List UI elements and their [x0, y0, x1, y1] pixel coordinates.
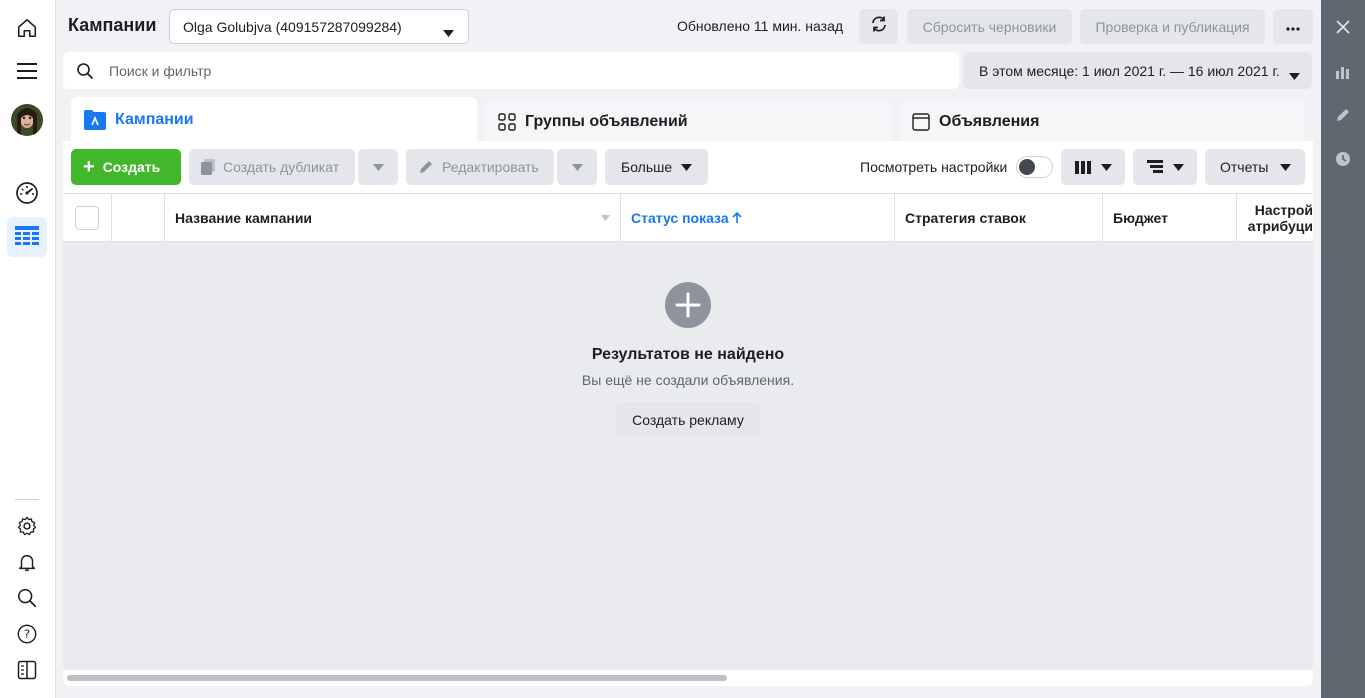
create-label: Создать — [102, 159, 161, 175]
duplicate-label: Создать дубликат — [223, 159, 340, 175]
tab-label: Кампании — [115, 111, 194, 128]
tab-ad-sets[interactable]: Группы объявлений — [485, 101, 891, 143]
right-side-rail — [1321, 0, 1365, 698]
arrow-up-icon — [732, 212, 742, 224]
clock-icon[interactable] — [1329, 145, 1357, 173]
caret-down-icon — [681, 163, 693, 171]
column-label: Название кампании — [175, 210, 313, 226]
ads-table-icon[interactable] — [7, 217, 47, 257]
caret-down-icon — [372, 158, 384, 176]
caret-down-icon — [443, 24, 454, 40]
duplicate-button[interactable]: Создать дубликат — [189, 149, 355, 185]
help-icon[interactable]: ? — [7, 614, 47, 654]
empty-title: Результатов не найдено — [591, 346, 785, 363]
refresh-button[interactable] — [859, 9, 898, 44]
reports-button[interactable]: Отчеты — [1205, 149, 1305, 185]
search-bar — [63, 52, 959, 89]
campaigns-panel: + Создать Создать дубликат Редактировать… — [63, 141, 1313, 686]
column-label: Стратегия ставок — [905, 210, 1026, 226]
review-publish-button[interactable]: Проверка и публикация — [1080, 9, 1265, 44]
date-range-text: В этом месяце: 1 июл 2021 г. — 16 июл 20… — [979, 62, 1280, 79]
more-actions-button[interactable]: Больше — [605, 149, 708, 185]
column-label: Бюджет — [1113, 210, 1168, 226]
column-campaign-name[interactable]: Название кампании — [165, 194, 621, 242]
settings-icon[interactable] — [7, 506, 47, 546]
toggle-knob — [1019, 159, 1035, 175]
scrollbar-thumb[interactable] — [67, 675, 727, 681]
column-label: Статус показа — [631, 210, 729, 226]
avatar[interactable] — [11, 104, 43, 136]
create-ad-button[interactable]: Создать рекламу — [616, 402, 760, 437]
breakdown-icon — [1146, 160, 1163, 174]
svg-text:?: ? — [24, 627, 30, 641]
create-button[interactable]: + Создать — [71, 149, 181, 185]
plus-icon: + — [83, 156, 95, 178]
column-budget[interactable]: Бюджет — [1103, 194, 1237, 242]
panel-toggle-icon[interactable] — [7, 650, 47, 690]
breakdown-button[interactable] — [1133, 149, 1197, 185]
tab-ads[interactable]: Объявления — [899, 101, 1305, 143]
caret-down-icon — [1172, 163, 1184, 171]
menu-icon[interactable] — [7, 51, 47, 91]
select-all-cell — [63, 194, 112, 242]
search-icon[interactable] — [7, 578, 47, 618]
columns-icon — [1074, 160, 1091, 174]
dashboard-icon[interactable] — [7, 173, 47, 213]
chart-icon[interactable] — [1329, 58, 1357, 86]
close-icon[interactable] — [1329, 13, 1357, 41]
pencil-icon — [418, 159, 434, 175]
row-tools-cell — [112, 194, 165, 242]
columns-button[interactable] — [1061, 149, 1125, 185]
column-label: Настрой атрибуци — [1247, 202, 1313, 234]
horizontal-scrollbar[interactable] — [63, 670, 1313, 686]
caret-down-icon — [1100, 163, 1112, 171]
ad-sets-grid-icon — [498, 113, 516, 131]
bell-icon[interactable] — [7, 542, 47, 582]
campaign-folder-icon — [84, 110, 106, 130]
copy-icon — [201, 159, 215, 175]
empty-state: Результатов не найдено Вы ещё не создали… — [63, 242, 1313, 686]
search-input[interactable] — [109, 60, 929, 82]
tab-campaigns[interactable]: Кампании — [71, 97, 477, 143]
nav-divider — [15, 499, 39, 500]
more-label: Больше — [621, 159, 673, 175]
ellipsis-icon — [1286, 18, 1300, 36]
sort-caret-icon — [601, 215, 610, 221]
last-updated-text: Обновлено 11 мин. назад — [677, 18, 844, 34]
column-attribution-settings[interactable]: Настрой атрибуци — [1237, 194, 1313, 242]
ad-window-icon — [912, 113, 930, 131]
view-settings-label: Посмотреть настройки — [860, 159, 1008, 175]
tab-label: Объявления — [939, 113, 1040, 130]
column-delivery-status[interactable]: Статус показа — [621, 194, 895, 242]
edit-label: Редактировать — [442, 159, 539, 175]
edit-button[interactable]: Редактировать — [406, 149, 554, 185]
home-icon[interactable] — [7, 8, 47, 48]
page-title: Кампании — [68, 15, 157, 35]
date-range-select[interactable]: В этом месяце: 1 июл 2021 г. — 16 июл 20… — [963, 52, 1312, 89]
caret-down-icon — [1280, 163, 1292, 171]
reports-label: Отчеты — [1220, 159, 1269, 175]
left-navigation: ? — [0, 0, 56, 698]
discard-drafts-button[interactable]: Сбросить черновики — [907, 9, 1072, 44]
search-icon — [76, 62, 94, 85]
account-select[interactable]: Olga Golubjva (409157287099284) — [169, 9, 469, 44]
add-circle-icon — [665, 282, 711, 328]
toolbar: + Создать Создать дубликат Редактировать… — [63, 141, 1313, 194]
view-settings-toggle[interactable] — [1016, 156, 1053, 178]
account-name: Olga Golubjva (409157287099284) — [183, 18, 402, 35]
more-options-button[interactable] — [1273, 9, 1313, 44]
table-header: Название кампании Статус показа Стратеги… — [63, 194, 1313, 242]
refresh-icon — [870, 15, 888, 38]
tab-label: Группы объявлений — [525, 113, 688, 130]
caret-down-icon — [1289, 67, 1300, 83]
caret-down-icon — [571, 158, 583, 176]
pencil-icon[interactable] — [1329, 101, 1357, 129]
duplicate-dropdown-button[interactable] — [358, 149, 398, 185]
select-all-checkbox[interactable] — [75, 206, 99, 230]
column-bid-strategy[interactable]: Стратегия ставок — [895, 194, 1103, 242]
empty-subtitle: Вы ещё не создали объявления. — [581, 372, 795, 388]
edit-dropdown-button[interactable] — [557, 149, 597, 185]
